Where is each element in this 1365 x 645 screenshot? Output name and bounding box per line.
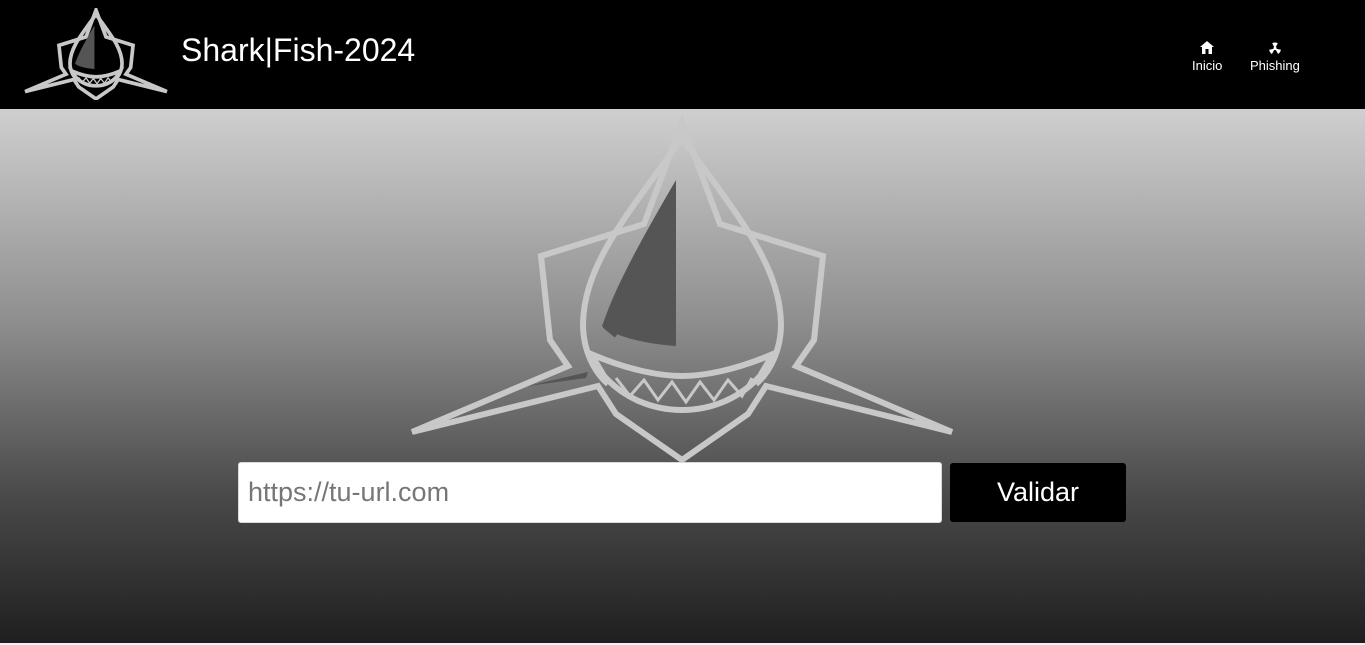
nav-item-inicio[interactable]: Inicio [1192,40,1222,74]
site-title: Shark|Fish-2024 [181,32,416,68]
nav-label-phishing: Phishing [1250,58,1300,73]
radiation-icon [1269,42,1281,54]
site-header: Shark|Fish-2024 Inicio Phishing [0,0,1365,109]
page: Shark|Fish-2024 Inicio Phishing https://… [0,0,1365,645]
shark-emblem-icon [410,114,954,464]
shark-logo-icon [24,8,168,100]
nav-item-phishing[interactable]: Phishing [1250,40,1300,74]
nav-label-inicio: Inicio [1192,58,1223,73]
validate-button[interactable]: Validar [950,463,1126,522]
home-icon [1200,41,1215,54]
url-input[interactable] [238,462,942,523]
